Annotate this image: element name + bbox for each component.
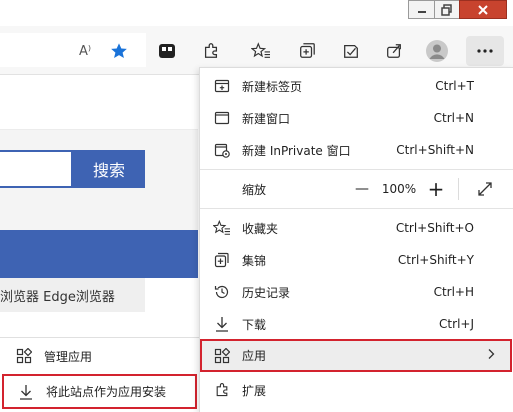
zoom-in-button[interactable]: + [424, 177, 448, 201]
more-icon [477, 49, 493, 53]
collections-icon [212, 252, 232, 268]
menu-item-collections[interactable]: 集锦 Ctrl+Shift+Y [200, 244, 513, 276]
collections-button[interactable] [296, 40, 318, 62]
manage-apps-item[interactable]: 管理应用 [0, 340, 199, 372]
new-window-icon [212, 110, 232, 126]
menu-item-label: 下载 [242, 317, 267, 332]
inprivate-icon [212, 142, 232, 158]
apps-submenu: 管理应用 将此站点作为应用安装 [0, 337, 200, 412]
download-icon [16, 384, 36, 400]
menu-item-shortcut: Ctrl+Shift+O [395, 221, 474, 235]
menu-item-shortcut: Ctrl+T [435, 79, 474, 93]
menu-item-downloads[interactable]: 下载 Ctrl+J [200, 308, 513, 340]
menu-divider [200, 208, 513, 209]
expand-icon [478, 182, 492, 196]
menu-item-label: 集锦 [242, 253, 267, 268]
menu-divider [200, 169, 513, 170]
minimize-icon [417, 10, 426, 13]
zoom-row: 缩放 — 100% + [200, 172, 513, 206]
menu-item-shortcut: Ctrl+Shift+N [396, 143, 474, 157]
performance-button[interactable] [340, 40, 362, 62]
heart-pulse-icon [344, 44, 358, 58]
tab-actions-button[interactable] [156, 40, 178, 62]
zoom-label: 缩放 [242, 182, 267, 197]
full-screen-button[interactable] [473, 177, 497, 201]
menu-item-label: 新建 InPrivate 窗口 [242, 143, 351, 158]
history-icon [212, 284, 232, 300]
zoom-out-button[interactable]: — [350, 177, 374, 201]
favorites-button[interactable] [250, 40, 272, 62]
close-icon [478, 4, 488, 15]
apps-grid-icon [14, 348, 34, 364]
share-icon [387, 44, 401, 58]
tab-actions-icon [159, 44, 175, 58]
zoom-level: 100% [381, 182, 417, 196]
menu-item-label: 收藏夹 [242, 221, 279, 236]
minimize-button[interactable] [408, 0, 435, 19]
restore-icon [441, 3, 452, 16]
search-button[interactable]: 搜索 [73, 150, 145, 188]
page-nav-tabs-text[interactable]: 浏览器 Edge浏览器 [0, 286, 115, 305]
apps-grid-icon [212, 347, 232, 364]
collections-icon [300, 43, 315, 58]
profile-button[interactable] [426, 40, 448, 62]
menu-item-shortcut: Ctrl+H [433, 285, 474, 299]
menu-item-history[interactable]: 历史记录 Ctrl+H [200, 276, 513, 308]
download-icon [212, 316, 232, 332]
favorites-list-icon [251, 42, 270, 58]
zoom-out-icon: — [355, 181, 369, 197]
menu-item-favorites[interactable]: 收藏夹 Ctrl+Shift+O [200, 212, 513, 244]
share-button[interactable] [383, 40, 405, 62]
settings-and-more-button[interactable] [466, 36, 504, 66]
manage-apps-label: 管理应用 [44, 349, 93, 364]
menu-item-label: 扩展 [242, 383, 267, 398]
star-icon [111, 43, 127, 59]
read-aloud-button[interactable]: A⁾ [74, 40, 96, 62]
menu-item-apps[interactable]: 应用 [200, 339, 512, 372]
zoom-in-icon: + [427, 177, 445, 201]
page-header [0, 75, 198, 130]
menu-item-new-window[interactable]: 新建窗口 Ctrl+N [200, 102, 513, 134]
puzzle-icon [212, 382, 232, 398]
install-site-as-app-label: 将此站点作为应用安装 [46, 385, 167, 399]
read-aloud-icon: A⁾ [78, 43, 92, 59]
zoom-divider [458, 178, 459, 200]
restore-button[interactable] [434, 0, 460, 19]
menu-item-label: 历史记录 [242, 285, 291, 300]
page-nav-tabs[interactable]: 浏览器 Edge浏览器 [0, 278, 145, 312]
menu-item-shortcut: Ctrl+N [433, 111, 474, 125]
close-button[interactable] [459, 0, 507, 19]
menu-item-new-tab[interactable]: 新建标签页 Ctrl+T [200, 70, 513, 102]
favorites-icon [212, 220, 232, 236]
menu-item-shortcut: Ctrl+J [439, 317, 474, 331]
menu-item-label: 新建标签页 [242, 79, 303, 94]
menu-item-label: 应用 [242, 349, 267, 363]
search-input[interactable] [0, 150, 73, 188]
chevron-right-icon [486, 348, 496, 363]
menu-item-shortcut: Ctrl+Shift+Y [397, 253, 474, 267]
page-banner [0, 230, 198, 278]
extensions-button[interactable] [200, 40, 222, 62]
menu-item-label: 新建窗口 [242, 111, 291, 126]
avatar [426, 40, 448, 62]
menu-item-new-inprivate-window[interactable]: 新建 InPrivate 窗口 Ctrl+Shift+N [200, 134, 513, 166]
puzzle-icon [204, 43, 218, 58]
settings-menu: 新建标签页 Ctrl+T 新建窗口 Ctrl+N 新建 InPrivate 窗口… [199, 67, 513, 412]
favorite-star-button[interactable] [108, 40, 130, 62]
install-site-as-app-item[interactable]: 将此站点作为应用安装 [2, 374, 197, 409]
new-tab-icon [212, 78, 232, 94]
menu-item-extensions[interactable]: 扩展 [200, 374, 513, 406]
